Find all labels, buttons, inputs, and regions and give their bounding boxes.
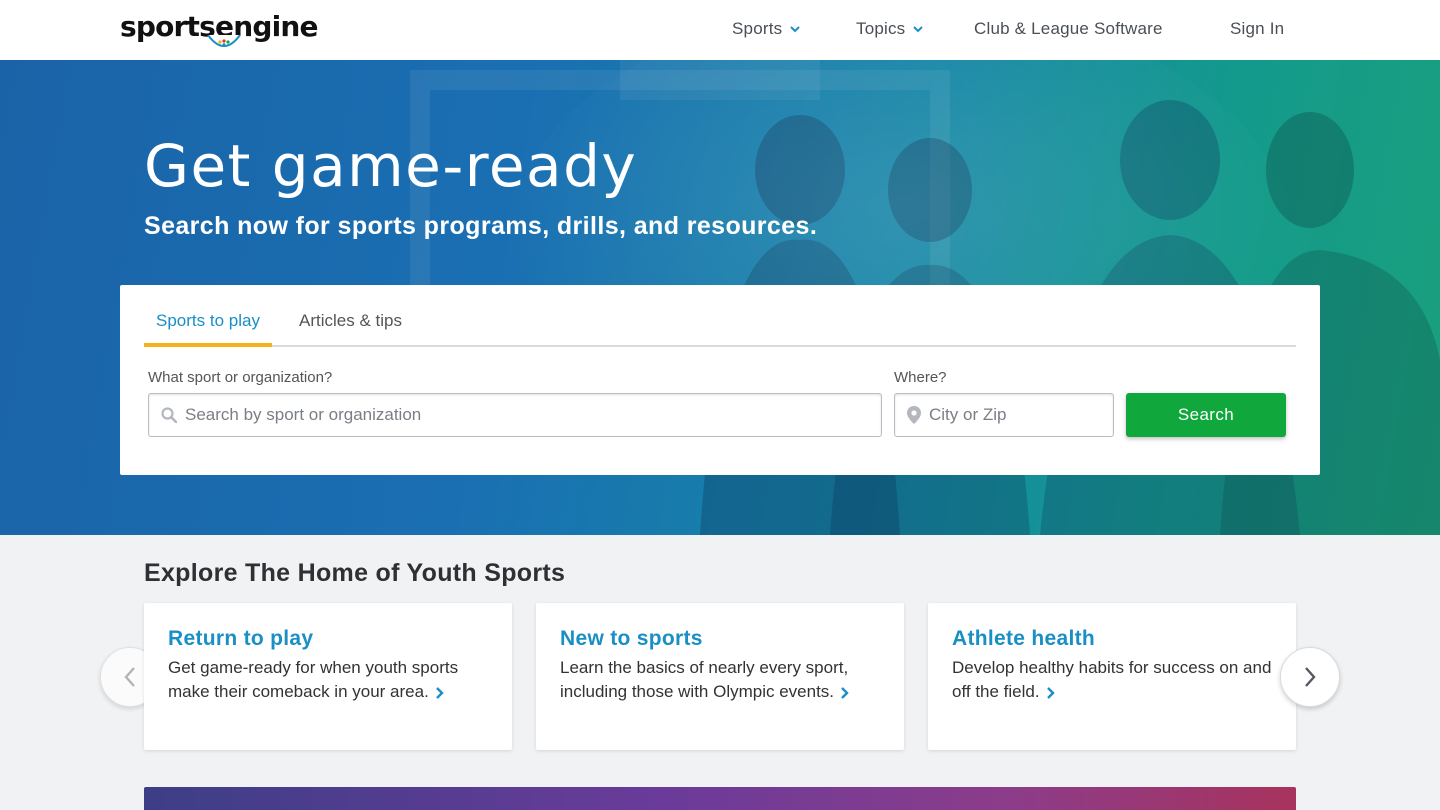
nav-sports[interactable]: Sports (732, 19, 801, 39)
explore-card-return-to-play[interactable]: Return to play Get game-ready for when y… (144, 603, 512, 750)
nav-sports-label: Sports (732, 19, 783, 38)
search-tabs: Sports to play Articles & tips (144, 285, 1296, 347)
explore-card-athlete-health[interactable]: Athlete health Develop healthy habits fo… (928, 603, 1296, 750)
chevron-right-icon (1305, 667, 1316, 687)
logo-text-e: e (207, 12, 241, 47)
card-description-text: Get game-ready for when youth sports mak… (168, 658, 459, 701)
promo-banner-image (144, 787, 1296, 810)
card-description: Develop healthy habits for success on an… (952, 656, 1272, 704)
explore-section-title: Explore The Home of Youth Sports (144, 559, 566, 587)
chevron-right-icon[interactable] (1046, 686, 1056, 699)
chevron-down-icon (790, 26, 801, 33)
search-icon (161, 407, 177, 423)
tab-articles-tips[interactable]: Articles & tips (287, 311, 414, 345)
nav-sign-in[interactable]: Sign In (1230, 19, 1284, 39)
card-title[interactable]: New to sports (560, 627, 880, 651)
hero-banner: Get game-ready Search now for sports pro… (0, 60, 1440, 535)
sportsengine-logo[interactable]: sports e ngine (120, 10, 319, 52)
explore-card-new-to-sports[interactable]: New to sports Learn the basics of nearly… (536, 603, 904, 750)
logo-text-ngine: ngine (233, 10, 318, 43)
logo-text-sports: sports (120, 10, 216, 43)
sport-field-label: What sport or organization? (148, 369, 333, 386)
card-title[interactable]: Return to play (168, 627, 488, 651)
chevron-down-icon (913, 26, 924, 33)
chevron-left-icon (124, 667, 135, 687)
chevron-right-icon[interactable] (435, 686, 445, 699)
search-panel: Sports to play Articles & tips What spor… (120, 285, 1320, 475)
card-description: Learn the basics of nearly every sport, … (560, 656, 880, 704)
chevron-right-icon[interactable] (840, 686, 850, 699)
peacock-icon (207, 35, 241, 47)
card-title[interactable]: Athlete health (952, 627, 1272, 651)
search-button[interactable]: Search (1126, 393, 1286, 437)
sport-search-field (148, 393, 882, 437)
card-description-text: Learn the basics of nearly every sport, … (560, 658, 849, 701)
nav-topics-label: Topics (856, 19, 906, 38)
nav-topics[interactable]: Topics (856, 19, 924, 39)
location-field (894, 393, 1114, 437)
site-header: sports e ngine Sports Topics Club & Leag… (0, 0, 1440, 60)
hero-subtitle: Search now for sports programs, drills, … (144, 212, 818, 240)
location-input[interactable] (929, 405, 1104, 425)
tab-sports-to-play[interactable]: Sports to play (144, 311, 272, 347)
hero-title: Get game-ready (144, 132, 638, 200)
nav-club-league-software[interactable]: Club & League Software (974, 19, 1163, 39)
sport-search-input[interactable] (185, 405, 771, 425)
card-description-text: Develop healthy habits for success on an… (952, 658, 1272, 701)
where-field-label: Where? (894, 369, 947, 386)
carousel-next-button[interactable] (1280, 647, 1340, 707)
card-description: Get game-ready for when youth sports mak… (168, 656, 488, 704)
map-pin-icon (907, 406, 921, 424)
